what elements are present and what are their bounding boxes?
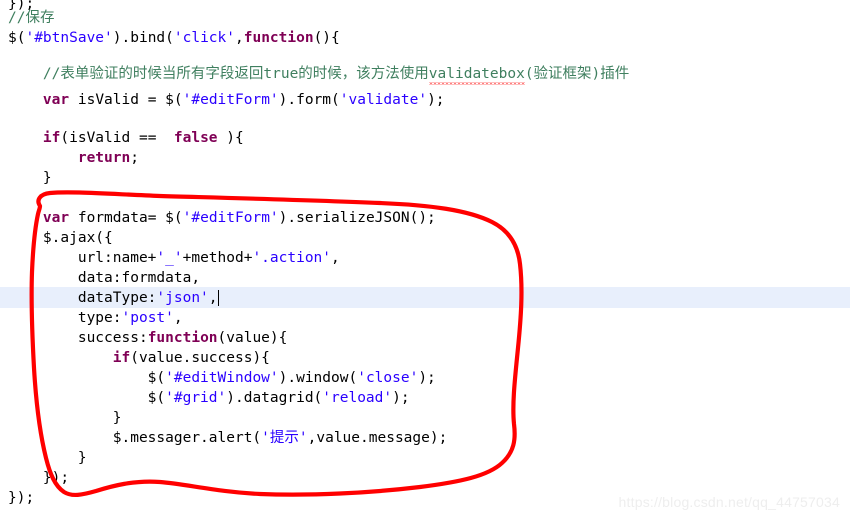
code-token: 'close' <box>357 370 419 386</box>
code-token: $( <box>8 30 26 46</box>
code-token: , <box>331 250 340 266</box>
code-line[interactable]: success:function(value){ <box>8 328 288 348</box>
code-token: ); <box>427 92 445 108</box>
code-token: '#btnSave' <box>25 30 113 46</box>
code-token: +method+ <box>182 250 253 266</box>
code-line[interactable]: var formdata= $('#editForm').serializeJS… <box>8 208 436 228</box>
code-token: ){ <box>217 130 244 146</box>
code-token: var <box>42 210 70 226</box>
code-token: } <box>8 450 87 466</box>
code-token: '#grid' <box>165 390 227 406</box>
code-token: ).bind( <box>112 30 174 46</box>
code-line[interactable]: return; <box>8 148 139 168</box>
code-token: }); <box>8 470 70 486</box>
watermark-text: https://blog.csdn.net/qq_44757034 <box>618 494 840 510</box>
code-token: false <box>173 130 218 146</box>
code-token: 'click' <box>173 30 235 46</box>
code-token: var <box>42 92 70 108</box>
code-token: ); <box>418 370 436 386</box>
code-line[interactable]: } <box>8 408 122 428</box>
code-token: formdata= $( <box>69 210 183 226</box>
code-token: ).window( <box>278 370 358 386</box>
code-token: '#editWindow' <box>165 370 279 386</box>
code-token: '.action' <box>252 250 332 266</box>
code-line[interactable]: } <box>8 448 87 468</box>
code-line[interactable]: . <box>8 508 17 518</box>
code-token: //表单验证的时候当所有字段返回true的时候，该方法使用 <box>8 66 429 82</box>
code-token: if <box>112 350 131 366</box>
code-editor-screenshot: });//保存 $('#btnSave').bind('click',functi… <box>0 0 850 518</box>
code-line[interactable]: type:'post', <box>8 308 183 328</box>
code-token: } <box>8 410 122 426</box>
code-line[interactable]: $('#grid').datagrid('reload'); <box>8 388 410 408</box>
code-token: 'post' <box>121 310 174 326</box>
code-token: isValid = $( <box>69 92 183 108</box>
code-line[interactable]: } <box>8 168 52 188</box>
code-token: $( <box>8 390 166 406</box>
code-token: . <box>8 510 17 518</box>
code-line[interactable]: $.messager.alert('提示',value.message); <box>8 428 448 448</box>
code-token: dataType: <box>8 290 157 306</box>
text-caret <box>217 290 220 306</box>
code-token: function <box>147 330 218 346</box>
code-token: if <box>42 130 61 146</box>
code-token: (验证框架)插件 <box>524 66 630 82</box>
code-token: ; <box>130 150 139 166</box>
code-line[interactable]: }); <box>8 468 69 488</box>
code-token: $.messager.alert( <box>8 430 262 446</box>
code-token: }); <box>8 490 35 506</box>
code-token: success: <box>8 330 148 346</box>
code-token: data:formdata, <box>8 270 201 286</box>
code-token: '_' <box>156 250 183 266</box>
code-line[interactable]: $('#editWindow').window('close'); <box>8 368 436 388</box>
code-line[interactable]: $.ajax({ <box>8 228 113 248</box>
code-token: (value.success){ <box>130 350 270 366</box>
code-token: ).serializeJSON(); <box>278 210 436 226</box>
code-token: url:name+ <box>8 250 157 266</box>
code-line[interactable]: //表单验证的时候当所有字段返回true的时候，该方法使用validatebox… <box>8 64 630 85</box>
code-token: ,value.message); <box>307 430 448 446</box>
code-token: ); <box>392 390 410 406</box>
code-line[interactable]: }); <box>8 488 34 508</box>
code-token: } <box>8 170 52 186</box>
code-token: ).datagrid( <box>226 390 323 406</box>
code-token: 'validate' <box>339 92 428 108</box>
code-token: , <box>173 310 183 326</box>
code-line[interactable]: if(value.success){ <box>8 348 270 368</box>
code-line[interactable]: //保存 <box>8 8 54 28</box>
code-line[interactable]: data:formdata, <box>8 268 200 288</box>
spellcheck-underlined-word: validatebox <box>428 66 525 85</box>
code-line[interactable]: url:name+'_'+method+'.action', <box>8 248 340 268</box>
code-token: function <box>243 30 314 46</box>
code-line[interactable]: dataType:'json', <box>8 288 218 308</box>
code-text-area[interactable]: });//保存 $('#btnSave').bind('click',functi… <box>0 0 850 518</box>
code-token: 'reload' <box>322 390 393 406</box>
code-line[interactable]: var isValid = $('#editForm').form('valid… <box>8 90 445 110</box>
code-token: $( <box>8 370 166 386</box>
code-token: type: <box>8 310 122 326</box>
code-token: '#editForm' <box>182 92 279 108</box>
code-token: 'json' <box>156 290 209 306</box>
code-token: (value){ <box>217 330 288 346</box>
code-token: '#editForm' <box>182 210 279 226</box>
code-token: (){ <box>313 30 340 46</box>
code-token: ).form( <box>278 92 340 108</box>
code-token: '提示' <box>261 430 308 446</box>
code-token: $.ajax({ <box>8 230 113 246</box>
code-token: return <box>77 150 131 166</box>
code-token: , <box>208 290 218 306</box>
code-token: , <box>235 30 244 46</box>
code-line[interactable]: $('#btnSave').bind('click',function(){ <box>8 28 340 48</box>
code-token: (isValid == <box>60 130 174 146</box>
code-line[interactable]: if(isValid == false ){ <box>8 128 244 148</box>
code-token: //保存 <box>8 10 55 26</box>
